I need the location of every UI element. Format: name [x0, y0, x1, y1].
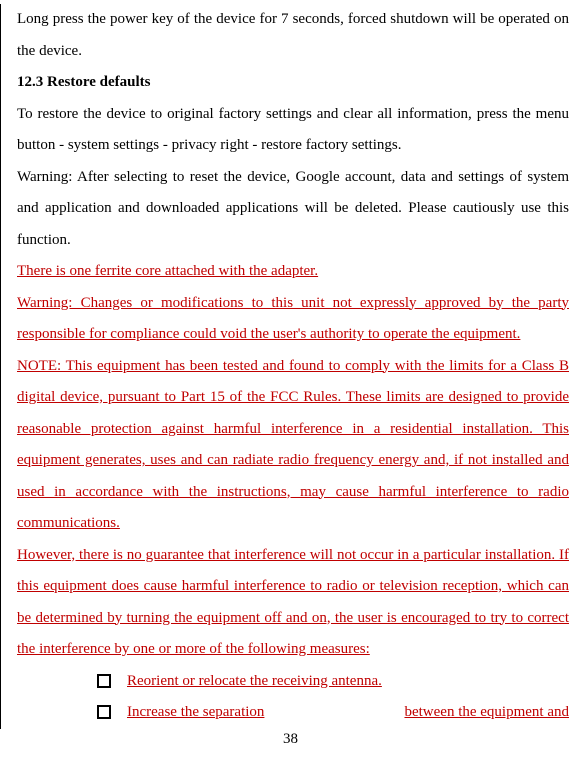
list-item-reorient: Reorient or relocate the receiving anten… — [17, 666, 569, 698]
checkbox-icon — [97, 674, 111, 688]
paragraph-warning-reset: Warning: After selecting to reset the de… — [17, 162, 569, 257]
text-reorient: Reorient or relocate the receiving anten… — [127, 666, 382, 698]
paragraph-ferrite-core: There is one ferrite core attached with … — [17, 256, 569, 288]
text-ferrite: There is one ferrite core attached with … — [17, 263, 318, 279]
paragraph-fcc-note: NOTE: This equipment has been tested and… — [17, 351, 569, 540]
paragraph-no-guarantee: However, there is no guarantee that inte… — [17, 540, 569, 666]
paragraph-shutdown: Long press the power key of the device f… — [17, 4, 569, 67]
paragraph-restore-instructions: To restore the device to original factor… — [17, 99, 569, 162]
heading-restore-defaults: 12.3 Restore defaults — [17, 67, 569, 99]
page-number: 38 — [0, 724, 581, 756]
checkbox-icon — [97, 705, 111, 719]
paragraph-warning-modifications: Warning: Changes or modifications to thi… — [17, 288, 569, 351]
